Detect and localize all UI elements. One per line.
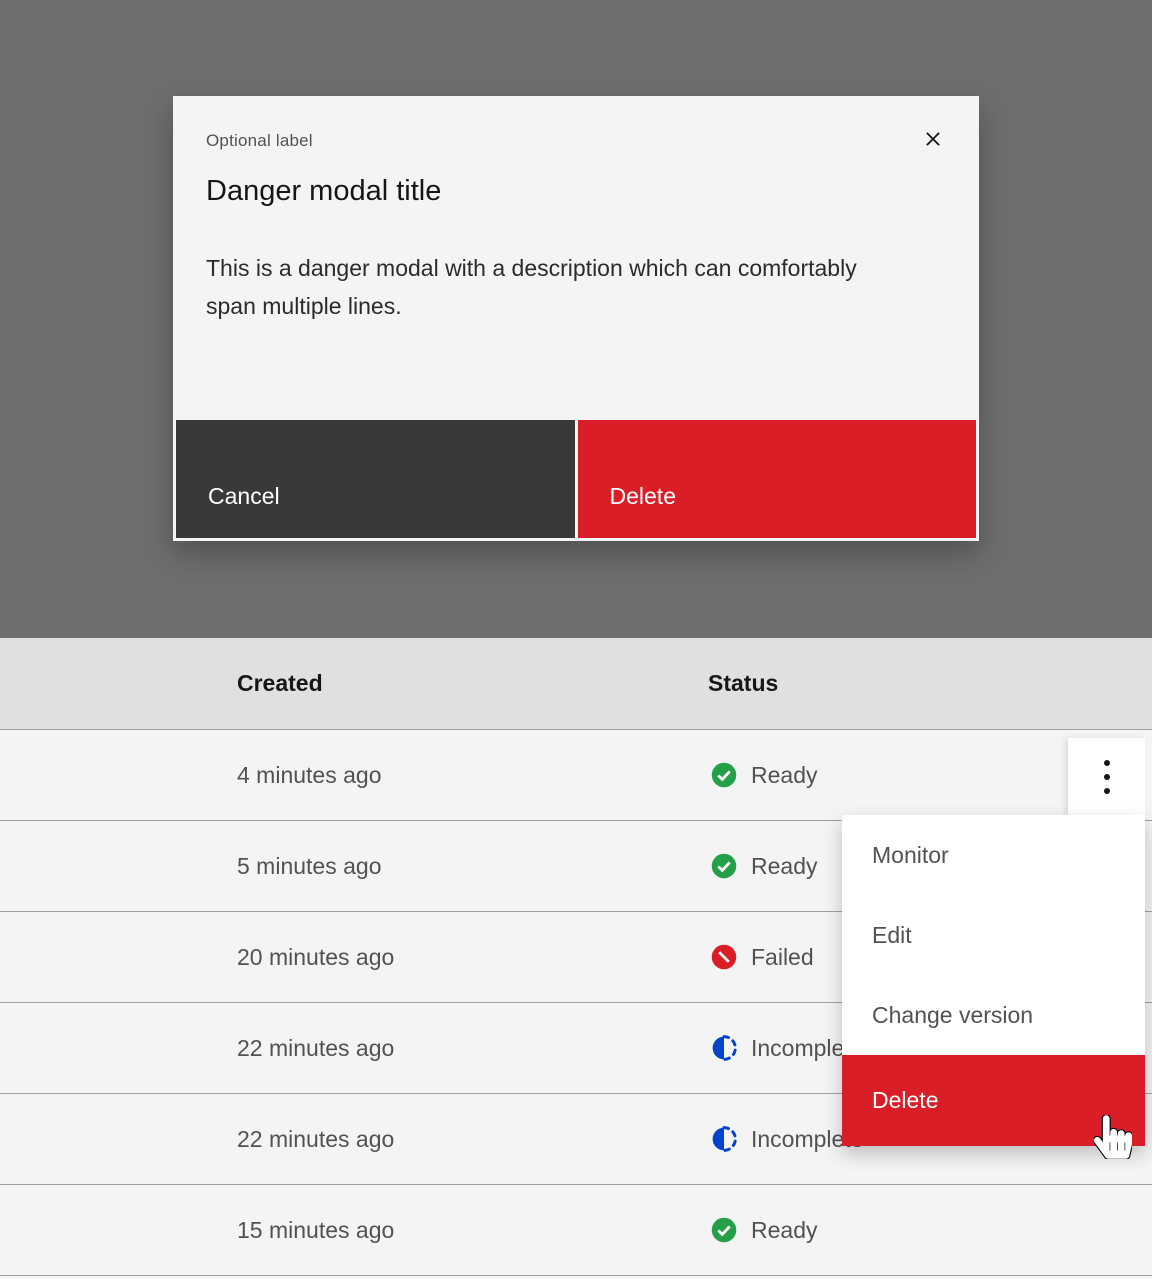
- created-cell: 22 minutes ago: [0, 1126, 708, 1153]
- created-cell: 15 minutes ago: [0, 1217, 708, 1244]
- error-filled-icon: [710, 943, 738, 971]
- status-label: Ready: [751, 853, 817, 880]
- incomplete-icon: [710, 1125, 738, 1153]
- table-row: 15 minutes ago Ready: [0, 1185, 1152, 1276]
- modal-optional-label: Optional label: [206, 130, 946, 151]
- overflow-menu: Monitor Edit Change version Delete: [842, 815, 1145, 1146]
- created-cell: 4 minutes ago: [0, 762, 708, 789]
- delete-button[interactable]: Delete: [578, 420, 977, 538]
- menu-item-monitor[interactable]: Monitor: [842, 815, 1145, 895]
- modal-overlay: Optional label Danger modal title This i…: [0, 0, 1152, 638]
- menu-item-change-version[interactable]: Change version: [842, 975, 1145, 1055]
- column-header-created: Created: [0, 670, 708, 697]
- table-row: 4 minutes ago Ready: [0, 730, 1152, 821]
- data-table: Created Status 4 minutes ago Ready 5 min…: [0, 638, 1152, 1276]
- status-cell: Ready: [708, 1216, 1152, 1244]
- created-cell: 20 minutes ago: [0, 944, 708, 971]
- status-label: Ready: [751, 1217, 817, 1244]
- close-icon: [919, 125, 947, 156]
- checkmark-filled-icon: [710, 761, 738, 789]
- modal-description: This is a danger modal with a descriptio…: [206, 249, 866, 325]
- menu-item-delete[interactable]: Delete: [842, 1055, 1145, 1146]
- column-header-status: Status: [708, 670, 1152, 697]
- checkmark-filled-icon: [710, 1216, 738, 1244]
- overflow-menu-button[interactable]: [1068, 738, 1145, 815]
- created-cell: 5 minutes ago: [0, 853, 708, 880]
- cancel-button[interactable]: Cancel: [176, 420, 575, 538]
- modal-title: Danger modal title: [206, 172, 946, 210]
- status-label: Ready: [751, 762, 817, 789]
- table-header-row: Created Status: [0, 638, 1152, 730]
- incomplete-icon: [710, 1034, 738, 1062]
- modal-close-button[interactable]: [913, 120, 953, 160]
- modal-footer: Cancel Delete: [176, 420, 976, 538]
- danger-modal: Optional label Danger modal title This i…: [173, 96, 979, 541]
- checkmark-filled-icon: [710, 852, 738, 880]
- menu-item-edit[interactable]: Edit: [842, 895, 1145, 975]
- overflow-menu-icon: [1104, 760, 1110, 794]
- status-label: Failed: [751, 944, 814, 971]
- created-cell: 22 minutes ago: [0, 1035, 708, 1062]
